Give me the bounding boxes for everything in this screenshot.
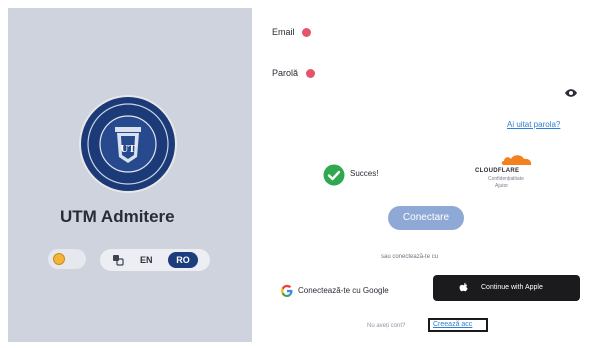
sun-icon bbox=[53, 253, 65, 265]
theme-toggle[interactable] bbox=[48, 249, 86, 269]
no-account-text: Nu aveți cont? bbox=[367, 323, 406, 329]
captcha-provider: CLOUDFLARE bbox=[475, 168, 520, 174]
app-title: UTM Admitere bbox=[60, 207, 175, 226]
language-switcher: EN RO bbox=[100, 249, 210, 271]
password-input[interactable] bbox=[272, 82, 558, 102]
captcha-status: Succes! bbox=[350, 169, 379, 178]
required-indicator bbox=[306, 69, 315, 78]
university-seal-logo: UT bbox=[79, 95, 177, 193]
captcha-help-link[interactable]: Ajutor bbox=[495, 183, 508, 189]
language-en[interactable]: EN bbox=[140, 253, 153, 267]
password-label: Parolă bbox=[272, 68, 299, 78]
create-account-link[interactable]: Creează acc bbox=[428, 318, 488, 332]
apple-login-button[interactable]: Continue with Apple bbox=[433, 275, 580, 301]
language-ro[interactable]: RO bbox=[168, 252, 198, 268]
cloudflare-cloud-icon bbox=[501, 155, 532, 165]
check-circle-icon bbox=[323, 164, 345, 186]
apple-icon bbox=[459, 282, 468, 292]
forgot-password-link[interactable]: Ai uitat parola? bbox=[507, 120, 560, 130]
apple-login-label: Continue with Apple bbox=[481, 284, 543, 291]
google-login-button[interactable]: Conectează-te cu Google bbox=[298, 286, 389, 296]
eye-icon[interactable] bbox=[564, 87, 578, 99]
translate-icon bbox=[113, 255, 124, 266]
google-icon bbox=[281, 284, 293, 297]
required-indicator bbox=[302, 28, 311, 37]
email-input[interactable] bbox=[272, 40, 582, 60]
divider-text: sau conectează-te cu bbox=[381, 254, 439, 260]
login-button[interactable]: Conectare bbox=[388, 206, 464, 230]
captcha-privacy-link[interactable]: Confidențialitate bbox=[488, 176, 524, 182]
email-label: Email bbox=[272, 27, 295, 37]
svg-text:UT: UT bbox=[120, 143, 136, 155]
